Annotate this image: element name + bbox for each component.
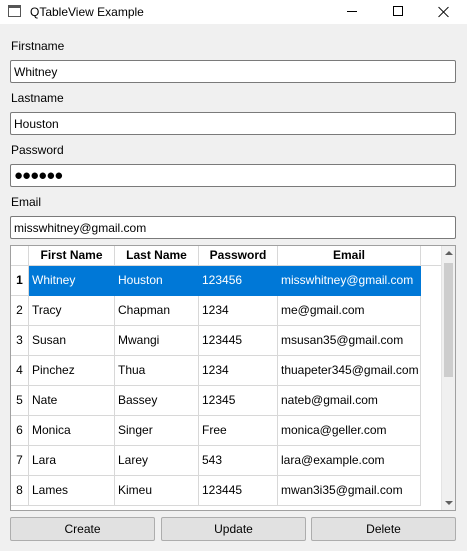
row-header[interactable]: 1 bbox=[11, 266, 29, 296]
table-cell-email[interactable]: me@gmail.com bbox=[278, 296, 421, 326]
password-label: Password bbox=[11, 143, 64, 157]
table-cell-password[interactable]: 1234 bbox=[199, 296, 278, 326]
table-corner-button[interactable] bbox=[11, 246, 29, 266]
table-cell-first-name[interactable]: Monica bbox=[29, 416, 115, 446]
row-header[interactable]: 7 bbox=[11, 446, 29, 476]
table-cell-last-name[interactable]: Mwangi bbox=[115, 326, 199, 356]
password-field[interactable]: ●●●●●● bbox=[10, 164, 456, 187]
header-filler bbox=[421, 246, 441, 266]
table-cell-email[interactable]: lara@example.com bbox=[278, 446, 421, 476]
table-cell-password[interactable]: 12345 bbox=[199, 386, 278, 416]
column-header-password[interactable]: Password bbox=[199, 246, 278, 266]
table-cell-last-name[interactable]: Bassey bbox=[115, 386, 199, 416]
lastname-field[interactable]: Houston bbox=[10, 112, 456, 135]
table-cell-email[interactable]: misswhitney@gmail.com bbox=[278, 266, 421, 296]
row-header[interactable]: 5 bbox=[11, 386, 29, 416]
vertical-scrollbar[interactable] bbox=[441, 246, 455, 510]
table-cell-first-name[interactable]: Pinchez bbox=[29, 356, 115, 386]
table-cell-last-name[interactable]: Chapman bbox=[115, 296, 199, 326]
table-cell-last-name[interactable]: Kimeu bbox=[115, 476, 199, 506]
table-cell-password[interactable]: 123445 bbox=[199, 476, 278, 506]
scrollbar-thumb[interactable] bbox=[444, 263, 453, 377]
window-app-icon bbox=[8, 5, 21, 17]
table-cell-email[interactable]: msusan35@gmail.com bbox=[278, 326, 421, 356]
firstname-field[interactable]: Whitney bbox=[10, 60, 456, 83]
delete-button[interactable]: Delete bbox=[311, 517, 456, 541]
row-header[interactable]: 2 bbox=[11, 296, 29, 326]
table-cell-email[interactable]: thuapeter345@gmail.com bbox=[278, 356, 421, 386]
table-cell-email[interactable]: nateb@gmail.com bbox=[278, 386, 421, 416]
table-cell-first-name[interactable]: Nate bbox=[29, 386, 115, 416]
email-field[interactable]: misswhitney@gmail.com bbox=[10, 216, 456, 239]
column-header-email[interactable]: Email bbox=[278, 246, 421, 266]
email-label: Email bbox=[11, 195, 42, 209]
firstname-label: Firstname bbox=[11, 39, 65, 53]
close-button[interactable] bbox=[421, 0, 467, 24]
table-cell-first-name[interactable]: Lara bbox=[29, 446, 115, 476]
table-cell-email[interactable]: mwan3i35@gmail.com bbox=[278, 476, 421, 506]
table-cell-last-name[interactable]: Thua bbox=[115, 356, 199, 386]
table-cell-last-name[interactable]: Singer bbox=[115, 416, 199, 446]
scroll-down-arrow-icon[interactable] bbox=[445, 501, 453, 505]
table-cell-first-name[interactable]: Susan bbox=[29, 326, 115, 356]
table-cell-password[interactable]: 123445 bbox=[199, 326, 278, 356]
table-cell-first-name[interactable]: Tracy bbox=[29, 296, 115, 326]
password-masked-value: ●●●●●● bbox=[14, 167, 63, 184]
table-cell-password[interactable]: Free bbox=[199, 416, 278, 446]
table-cell-last-name[interactable]: Houston bbox=[115, 266, 199, 296]
minimize-button[interactable] bbox=[329, 0, 375, 24]
create-button[interactable]: Create bbox=[10, 517, 155, 541]
table-cell-password[interactable]: 543 bbox=[199, 446, 278, 476]
window-title: QTableView Example bbox=[30, 5, 144, 19]
maximize-button[interactable] bbox=[375, 0, 421, 24]
table-cell-password[interactable]: 1234 bbox=[199, 356, 278, 386]
row-header[interactable]: 4 bbox=[11, 356, 29, 386]
table-cell-first-name[interactable]: Whitney bbox=[29, 266, 115, 296]
lastname-label: Lastname bbox=[11, 91, 64, 105]
column-header-last-name[interactable]: Last Name bbox=[115, 246, 199, 266]
row-header[interactable]: 8 bbox=[11, 476, 29, 506]
row-header[interactable]: 3 bbox=[11, 326, 29, 356]
table-cell-email[interactable]: monica@geller.com bbox=[278, 416, 421, 446]
minimize-icon bbox=[347, 11, 357, 12]
table-cell-last-name[interactable]: Larey bbox=[115, 446, 199, 476]
table-cell-password[interactable]: 123456 bbox=[199, 266, 278, 296]
close-icon bbox=[438, 6, 450, 18]
table-cell-first-name[interactable]: Lames bbox=[29, 476, 115, 506]
title-bar: QTableView Example bbox=[0, 0, 467, 24]
users-table[interactable]: First Name Last Name Password Email 1 Whi… bbox=[10, 245, 456, 511]
scroll-up-arrow-icon[interactable] bbox=[445, 251, 453, 255]
row-header[interactable]: 6 bbox=[11, 416, 29, 446]
maximize-icon bbox=[393, 6, 403, 16]
update-button[interactable]: Update bbox=[161, 517, 306, 541]
column-header-first-name[interactable]: First Name bbox=[29, 246, 115, 266]
